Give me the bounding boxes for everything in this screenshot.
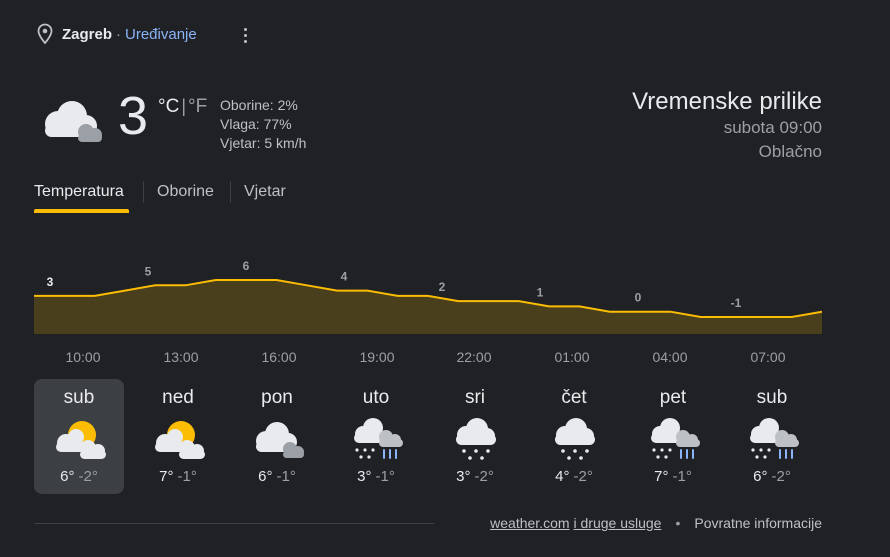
low-temp: -1° [276,468,296,485]
feedback-link[interactable]: Povratne informacije [694,515,822,531]
day-forecast-sub-next[interactable]: sub 6° -2° [727,379,817,494]
day-name: uto [362,387,390,408]
data-label: 2 [439,280,446,294]
cloudy-icon [250,417,306,461]
low-temp: -2° [573,468,593,485]
day-forecast-sub[interactable]: sub 6° -2° [34,379,124,494]
high-temp: 7° [159,468,174,485]
data-label: 6 [243,259,250,273]
temperature-chart[interactable]: 3 5 6 4 2 1 0 -1 [34,240,822,340]
data-label: 0 [635,291,642,305]
day-name: sub [756,387,788,408]
edit-location-link[interactable]: Uređivanje [125,26,197,43]
humidity-text: Vlaga: 77% [220,116,292,132]
snow-rain-icon [349,417,405,461]
other-services-link[interactable]: i druge usluge [574,515,662,531]
hour-label: 10:00 [65,349,101,365]
location-name: Zagreb [62,25,113,43]
weather-details: Oborine: 2% Vlaga: 77% Vjetar: 5 km/h [220,96,306,153]
footer-bullet: • [675,515,681,531]
tab-divider [230,181,231,203]
tab-divider [143,181,144,203]
data-label: 3 [47,275,54,289]
day-forecast-pet[interactable]: pet 7° -1° [628,379,718,494]
hour-label: 07:00 [750,349,786,365]
day-name: sub [63,387,95,408]
low-temp: -1° [177,468,197,485]
unit-divider: | [181,96,187,116]
hour-label: 16:00 [261,349,297,365]
snow-rain-icon [745,417,801,461]
wind-text: Vjetar: 5 km/h [220,135,307,151]
day-name: ned [162,387,194,408]
celsius-toggle[interactable]: °C [158,96,179,118]
snow-icon [547,417,603,461]
cloudy-icon [45,101,102,142]
location-row: Zagreb · Uređivanje [36,22,197,46]
hour-label: 01:00 [554,349,590,365]
active-tab-indicator [34,209,129,213]
location-pin-icon [37,23,53,45]
low-temp: -1° [375,468,395,485]
tab-wind[interactable]: Vjetar [244,183,286,201]
day-forecast-sri[interactable]: sri 3° -2° [430,379,520,494]
unit-toggle: °C | °F [158,96,207,118]
weather-com-link[interactable]: weather.com [490,515,569,531]
partly-sunny-icon [52,417,108,461]
low-temp: -2° [474,468,494,485]
high-temp: 6° [258,468,273,485]
summary-block: Vremenske prilike subota 09:00 Oblačno [632,88,822,164]
data-label: 5 [145,264,152,278]
data-label: -1 [731,296,742,310]
high-temp: 4° [555,468,570,485]
separator: · [116,25,122,43]
footer: weather.com i druge usluge • Povratne in… [490,515,822,531]
day-name: pet [659,387,687,408]
hour-label: 19:00 [359,349,395,365]
high-temp: 6° [60,468,75,485]
data-label: 1 [537,285,544,299]
precipitation-text: Oborine: 2% [220,97,298,113]
day-forecast-uto[interactable]: uto 3° -1° [331,379,421,494]
day-name: čet [561,387,587,408]
snow-icon [448,417,504,461]
low-temp: -2° [78,468,98,485]
low-temp: -2° [771,468,791,485]
high-temp: 3° [357,468,372,485]
data-label: 4 [341,270,348,284]
snow-rain-icon [646,417,702,461]
high-temp: 6° [753,468,768,485]
day-name: sri [464,387,486,408]
tab-precipitation[interactable]: Oborine [157,183,214,201]
footer-divider [34,523,434,524]
temperature-area [34,280,822,334]
day-forecast-cet[interactable]: čet 4° -2° [529,379,619,494]
weather-time: subota 09:00 [723,118,822,137]
hour-label: 13:00 [163,349,199,365]
weather-condition: Oblačno [758,142,822,161]
high-temp: 3° [456,468,471,485]
partly-sunny-icon [151,417,207,461]
weather-title: Vremenske prilike [632,88,822,115]
hour-label: 22:00 [456,349,492,365]
tab-temperature[interactable]: Temperatura [34,183,124,201]
hour-label: 04:00 [652,349,688,365]
high-temp: 7° [654,468,669,485]
day-forecast-ned[interactable]: ned 7° -1° [133,379,223,494]
low-temp: -1° [672,468,692,485]
fahrenheit-toggle[interactable]: °F [188,96,207,118]
day-name: pon [261,387,293,408]
current-temperature: 3 [118,86,149,146]
day-forecast-pon[interactable]: pon 6° -1° [232,379,322,494]
more-options-icon[interactable] [236,24,254,46]
